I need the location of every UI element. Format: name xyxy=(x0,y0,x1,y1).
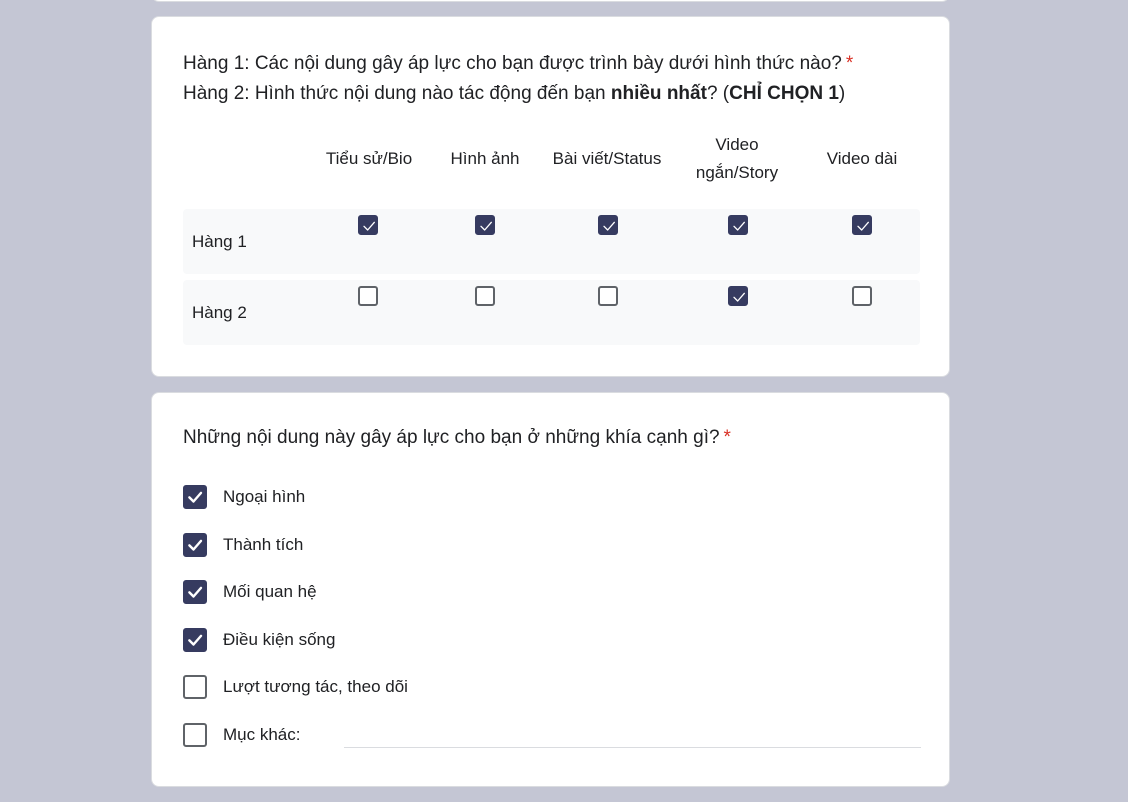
checkmark-icon xyxy=(857,221,869,231)
column-header-short-video: Video ngắn/Story xyxy=(695,135,779,182)
grid-checkbox[interactable] xyxy=(475,286,495,306)
option-label: Mối quan hệ xyxy=(223,582,317,601)
checkmark-icon xyxy=(603,221,615,231)
checkmark-icon xyxy=(363,221,375,231)
grid-checkbox[interactable] xyxy=(598,215,618,235)
checkbox[interactable] xyxy=(183,533,207,557)
checkbox[interactable] xyxy=(183,628,207,652)
checkmark-icon xyxy=(188,586,203,598)
question-title-line2: Hàng 2: Hình thức nội dung nào tác động … xyxy=(183,83,846,104)
option-label: Mục khác: xyxy=(223,725,301,744)
option-label: Lượt tương tác, theo dõi xyxy=(223,677,408,696)
question-card-aspects: Những nội dung này gây áp lực cho bạn ở … xyxy=(151,392,950,787)
grid-checkbox[interactable] xyxy=(358,215,378,235)
checkmark-icon xyxy=(733,292,745,302)
checkbox[interactable] xyxy=(183,580,207,604)
column-header-status: Bài viết/Status xyxy=(552,149,662,168)
checkbox[interactable] xyxy=(183,723,207,747)
grid-checkbox[interactable] xyxy=(358,286,378,306)
option-other[interactable]: Mục khác: xyxy=(183,722,300,748)
question-card-content-format: Hàng 1: Các nội dung gây áp lực cho bạn … xyxy=(151,16,950,377)
option-living-conditions[interactable]: Điều kiện sống xyxy=(183,627,335,653)
option-label: Ngoại hình xyxy=(223,487,306,506)
other-text-input[interactable] xyxy=(344,732,921,748)
column-header-long-video: Video dài xyxy=(826,149,898,168)
required-asterisk: * xyxy=(723,427,731,448)
grid-checkbox[interactable] xyxy=(852,215,872,235)
checkbox[interactable] xyxy=(183,675,207,699)
option-engagement[interactable]: Lượt tương tác, theo dõi xyxy=(183,674,408,700)
checkmark-icon xyxy=(188,491,203,503)
grid-checkbox[interactable] xyxy=(728,215,748,235)
option-label: Điều kiện sống xyxy=(223,630,336,649)
grid-row-2: Hàng 2 xyxy=(183,280,920,345)
checkbox[interactable] xyxy=(183,485,207,509)
option-achievement[interactable]: Thành tích xyxy=(183,532,303,558)
column-header-images: Hình ảnh xyxy=(450,149,520,168)
option-relationships[interactable]: Mối quan hệ xyxy=(183,579,317,605)
question-title: Những nội dung này gây áp lực cho bạn ở … xyxy=(183,427,731,448)
question-title-line1: Hàng 1: Các nội dung gây áp lực cho bạn … xyxy=(183,53,854,74)
grid-checkbox[interactable] xyxy=(852,286,872,306)
column-header-bio: Tiểu sử/Bio xyxy=(325,149,413,168)
row-label: Hàng 2 xyxy=(192,302,247,322)
checkmark-icon xyxy=(480,221,492,231)
previous-question-card xyxy=(151,0,950,2)
grid-checkbox[interactable] xyxy=(598,286,618,306)
grid-checkbox[interactable] xyxy=(475,215,495,235)
checkmark-icon xyxy=(188,634,203,646)
grid-checkbox[interactable] xyxy=(728,286,748,306)
option-appearance[interactable]: Ngoại hình xyxy=(183,484,305,510)
required-asterisk: * xyxy=(845,53,854,74)
checkmark-icon xyxy=(188,539,203,551)
grid-row-1: Hàng 1 xyxy=(183,209,920,274)
option-label: Thành tích xyxy=(223,535,304,554)
row-label: Hàng 1 xyxy=(192,231,247,251)
checkmark-icon xyxy=(733,221,745,231)
